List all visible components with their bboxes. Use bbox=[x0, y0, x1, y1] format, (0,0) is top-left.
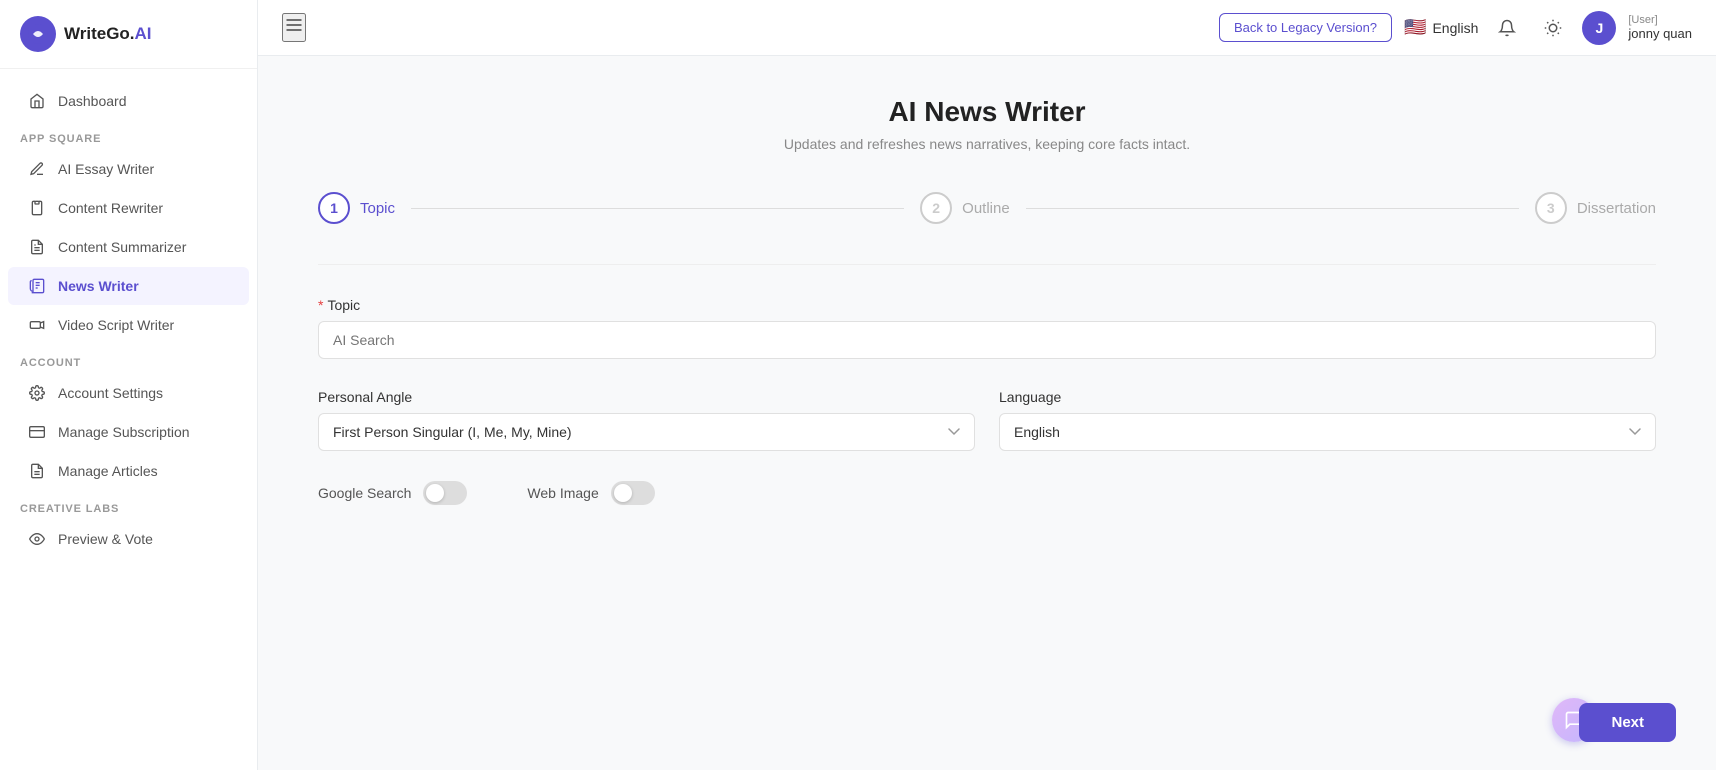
web-image-label: Web Image bbox=[527, 485, 598, 501]
personal-angle-section: Personal Angle First Person Singular (I,… bbox=[318, 389, 975, 451]
eye-icon bbox=[28, 530, 46, 548]
sidebar-item-dashboard[interactable]: Dashboard bbox=[8, 82, 249, 120]
web-image-toggle[interactable] bbox=[611, 481, 655, 505]
language-section: Language English Spanish French German C… bbox=[999, 389, 1656, 451]
sidebar-item-label: Account Settings bbox=[58, 385, 163, 401]
sidebar-item-video-script-writer[interactable]: Video Script Writer bbox=[8, 306, 249, 344]
step-2-circle: 2 bbox=[920, 192, 952, 224]
divider bbox=[318, 264, 1656, 265]
header: Back to Legacy Version? 🇺🇸 English bbox=[258, 0, 1716, 56]
hamburger-button[interactable] bbox=[282, 13, 306, 42]
notifications-button[interactable] bbox=[1490, 11, 1524, 45]
user-info: [User] jonny quan bbox=[1628, 14, 1692, 41]
angle-language-row: Personal Angle First Person Singular (I,… bbox=[318, 389, 1656, 451]
gear-icon bbox=[28, 384, 46, 402]
sidebar: WriteGo.AI Dashboard APP SQUARE AI Essay… bbox=[0, 0, 258, 770]
sidebar-item-label: Video Script Writer bbox=[58, 317, 174, 333]
step-3: 3 Dissertation bbox=[1535, 192, 1656, 224]
sidebar-logo[interactable]: WriteGo.AI bbox=[0, 0, 257, 69]
sidebar-section-app: APP SQUARE bbox=[0, 121, 257, 149]
sidebar-navigation: Dashboard APP SQUARE AI Essay Writer Con… bbox=[0, 69, 257, 770]
step-1-circle: 1 bbox=[318, 192, 350, 224]
stepper: 1 Topic 2 Outline 3 Dissertation bbox=[318, 192, 1656, 224]
logo-text: WriteGo.AI bbox=[64, 24, 152, 44]
sidebar-item-content-rewriter[interactable]: Content Rewriter bbox=[8, 189, 249, 227]
sidebar-section-account: ACCOUNT bbox=[0, 345, 257, 373]
home-icon bbox=[28, 92, 46, 110]
topic-field-section: *Topic bbox=[318, 297, 1656, 359]
credit-card-icon bbox=[28, 423, 46, 441]
username: jonny quan bbox=[1628, 26, 1692, 41]
sidebar-item-label: Dashboard bbox=[58, 93, 127, 109]
language-label: Language bbox=[999, 389, 1656, 405]
logo-icon bbox=[20, 16, 56, 52]
clipboard-icon bbox=[28, 199, 46, 217]
sidebar-item-preview-vote[interactable]: Preview & Vote bbox=[8, 520, 249, 558]
language-label: English bbox=[1432, 20, 1478, 36]
step-2-label: Outline bbox=[962, 200, 1010, 217]
sidebar-item-manage-subscription[interactable]: Manage Subscription bbox=[8, 413, 249, 451]
required-asterisk: * bbox=[318, 297, 323, 313]
step-line-1 bbox=[411, 208, 904, 209]
step-1-label: Topic bbox=[360, 200, 395, 217]
video-icon bbox=[28, 316, 46, 334]
sidebar-item-content-summarizer[interactable]: Content Summarizer bbox=[8, 228, 249, 266]
avatar[interactable]: J bbox=[1582, 11, 1616, 45]
topic-label: *Topic bbox=[318, 297, 1656, 313]
flag-icon: 🇺🇸 bbox=[1404, 17, 1426, 38]
language-selector[interactable]: 🇺🇸 English bbox=[1404, 17, 1478, 38]
sidebar-item-label: Manage Subscription bbox=[58, 424, 190, 440]
sidebar-item-news-writer[interactable]: News Writer bbox=[8, 267, 249, 305]
web-image-slider bbox=[611, 481, 655, 505]
sidebar-item-label: AI Essay Writer bbox=[58, 161, 154, 177]
step-3-circle: 3 bbox=[1535, 192, 1567, 224]
newspaper-icon bbox=[28, 277, 46, 295]
sidebar-item-label: Content Rewriter bbox=[58, 200, 163, 216]
next-button[interactable]: Next bbox=[1579, 703, 1676, 742]
main-content: Back to Legacy Version? 🇺🇸 English bbox=[258, 0, 1716, 770]
sidebar-item-ai-essay-writer[interactable]: AI Essay Writer bbox=[8, 150, 249, 188]
personal-angle-select[interactable]: First Person Singular (I, Me, My, Mine) … bbox=[318, 413, 975, 451]
google-search-slider bbox=[423, 481, 467, 505]
sidebar-item-label: Content Summarizer bbox=[58, 239, 186, 255]
step-line-2 bbox=[1026, 208, 1519, 209]
legacy-version-button[interactable]: Back to Legacy Version? bbox=[1219, 13, 1392, 42]
user-role-label: [User] bbox=[1628, 14, 1692, 26]
step-2: 2 Outline bbox=[920, 192, 1010, 224]
sidebar-item-account-settings[interactable]: Account Settings bbox=[8, 374, 249, 412]
web-image-toggle-item: Web Image bbox=[527, 481, 654, 505]
pencil-icon bbox=[28, 160, 46, 178]
personal-angle-label: Personal Angle bbox=[318, 389, 975, 405]
page-title: AI News Writer bbox=[318, 96, 1656, 128]
file-list-icon bbox=[28, 462, 46, 480]
step-3-label: Dissertation bbox=[1577, 200, 1656, 217]
google-search-toggle[interactable] bbox=[423, 481, 467, 505]
google-search-toggle-item: Google Search bbox=[318, 481, 467, 505]
language-select[interactable]: English Spanish French German Chinese bbox=[999, 413, 1656, 451]
step-1: 1 Topic bbox=[318, 192, 395, 224]
file-text-icon bbox=[28, 238, 46, 256]
sidebar-section-creative: CREATIVE LABS bbox=[0, 491, 257, 519]
sidebar-item-label: Preview & Vote bbox=[58, 531, 153, 547]
page-content: AI News Writer Updates and refreshes new… bbox=[258, 56, 1716, 770]
sidebar-item-label: News Writer bbox=[58, 278, 139, 294]
sidebar-item-manage-articles[interactable]: Manage Articles bbox=[8, 452, 249, 490]
page-subtitle: Updates and refreshes news narratives, k… bbox=[318, 136, 1656, 152]
sidebar-item-label: Manage Articles bbox=[58, 463, 158, 479]
google-search-label: Google Search bbox=[318, 485, 411, 501]
toggles-row: Google Search Web Image bbox=[318, 481, 1656, 505]
topic-input[interactable] bbox=[318, 321, 1656, 359]
settings-button[interactable] bbox=[1536, 11, 1570, 45]
